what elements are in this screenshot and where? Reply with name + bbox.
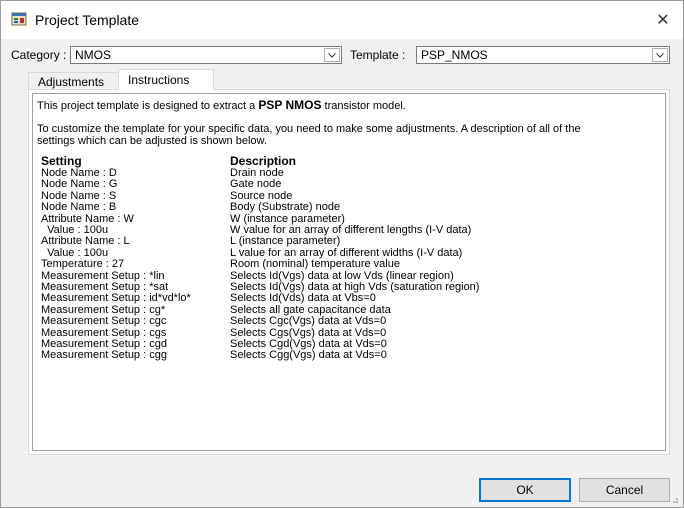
description-cell: Selects Id(Vds) data at Vbs=0 (230, 292, 376, 305)
description-cell: Selects Cgg(Vgs) data at Vds=0 (230, 349, 387, 362)
chevron-down-icon[interactable] (652, 48, 668, 62)
tab-label: Adjustments (38, 75, 105, 89)
category-value: NMOS (75, 48, 111, 62)
description-cell: Room (nominal) temperature value (230, 258, 400, 271)
close-icon: ✕ (656, 12, 670, 29)
ok-button[interactable]: OK (479, 478, 571, 502)
description-cell: Gate node (230, 178, 282, 191)
chevron-down-icon[interactable] (324, 48, 340, 62)
setting-cell: Temperature : 27 (41, 258, 125, 271)
description-cell: Selects Cgc(Vgs) data at Vds=0 (230, 315, 387, 328)
template-label: Template : (350, 48, 406, 62)
instructions-text-area[interactable]: This project template is designed to ext… (32, 93, 666, 451)
category-select[interactable]: NMOS (70, 46, 342, 64)
window-title: Project Template (35, 12, 140, 28)
intro-suffix: transistor model. (321, 100, 406, 112)
intro-line: This project template is designed to ext… (37, 99, 406, 112)
setting-cell: Attribute Name : L (41, 235, 130, 248)
cancel-button[interactable]: Cancel (579, 478, 670, 502)
setting-cell: Node Name : B (41, 201, 117, 214)
tab-label: Instructions (128, 73, 190, 87)
template-select[interactable]: PSP_NMOS (416, 46, 670, 64)
intro-prefix: This project template is designed to ext… (37, 100, 259, 112)
app-icon (11, 11, 27, 27)
template-value: PSP_NMOS (421, 48, 488, 62)
category-label: Category : (11, 48, 67, 62)
close-button[interactable]: ✕ (643, 1, 683, 39)
customize-line-2: settings which can be adjusted is shown … (37, 135, 267, 147)
instructions-panel: This project template is designed to ext… (28, 89, 670, 455)
title-bar: Project Template ✕ (1, 1, 683, 39)
tab-adjustments[interactable]: Adjustments (28, 72, 119, 89)
setting-cell: Measurement Setup : id*vd*lo* (41, 292, 191, 305)
setting-header: Setting (41, 154, 82, 168)
model-name: PSP NMOS (258, 98, 322, 112)
tab-instructions[interactable]: Instructions (118, 69, 214, 90)
setting-cell: Node Name : G (41, 178, 118, 191)
description-cell: L (instance parameter) (230, 235, 341, 248)
ok-label: OK (516, 483, 534, 497)
setting-cell: Measurement Setup : cgc (41, 315, 167, 328)
resize-grip-icon[interactable] (669, 493, 679, 503)
cancel-label: Cancel (605, 483, 644, 497)
customize-line: To customize the template for your speci… (37, 123, 581, 135)
setting-cell: Measurement Setup : cgg (41, 349, 167, 362)
project-template-dialog: Project Template ✕ Category : NMOS Templ… (0, 0, 684, 508)
description-header: Description (230, 154, 297, 168)
description-cell: Body (Substrate) node (230, 201, 341, 214)
